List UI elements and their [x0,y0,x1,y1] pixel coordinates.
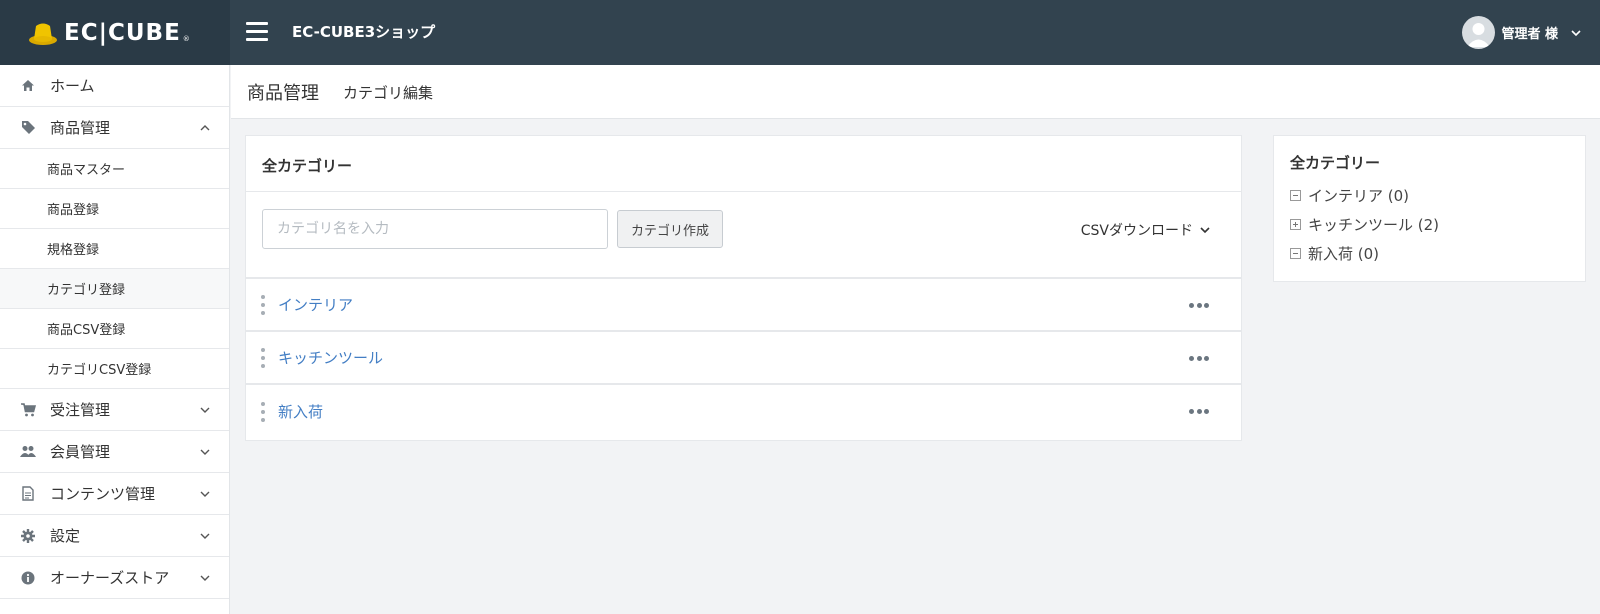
sidebar-item-label: 会員管理 [50,443,111,461]
chevron-down-icon [200,449,210,455]
sidebar-sub-product-master[interactable]: 商品マスター [0,149,229,189]
tree-node-label: キッチンツール (2) [1308,216,1440,234]
sidebar: ホーム 商品管理 商品マスター 商品登録 規格登録 カテゴリ登録 商品CSV登録… [0,65,230,614]
category-row: 新入荷 [246,385,1241,438]
more-actions-icon[interactable] [1189,409,1209,415]
sidebar-item-label: オーナーズストア [50,569,170,587]
info-icon [20,570,36,586]
drag-handle-icon[interactable] [261,347,265,368]
sidebar-sub-product-register[interactable]: 商品登録 [0,189,229,229]
sidebar-item-label: コンテンツ管理 [50,485,156,503]
chevron-up-icon [200,125,210,131]
tree-node-label: 新入荷 (0) [1308,245,1380,263]
tree-node[interactable]: キッチンツール (2) [1290,210,1569,239]
sidebar-item-owners-store[interactable]: オーナーズストア [0,557,229,599]
card-heading: 全カテゴリー [246,136,1241,192]
sidebar-item-members[interactable]: 会員管理 [0,431,229,473]
tree-title: 全カテゴリー [1290,154,1381,172]
logo-text: EC|CUBE [64,19,181,46]
sidebar-item-label: ホーム [50,77,95,95]
sidebar-item-home[interactable]: ホーム [0,65,229,107]
sidebar-item-settings[interactable]: 設定 [0,515,229,557]
sidebar-item-label: 設定 [50,527,81,545]
category-link[interactable]: インテリア [278,294,353,315]
sidebar-sub-category-register[interactable]: カテゴリ登録 [0,269,229,309]
cart-icon [20,402,36,418]
logo-registered-mark: ® [182,35,190,43]
collapse-toggle-icon[interactable] [1290,248,1301,259]
category-card: 全カテゴリー カテゴリ作成 CSVダウンロード インテリア キッチンツール 新入… [245,135,1242,441]
create-category-button[interactable]: カテゴリ作成 [617,210,723,248]
csv-download-dropdown[interactable]: CSVダウンロード [1081,220,1211,240]
chevron-down-icon [200,533,210,539]
chevron-down-icon [1571,29,1581,36]
home-icon [20,78,36,94]
gear-icon [20,528,36,544]
sidebar-item-contents[interactable]: コンテンツ管理 [0,473,229,515]
chevron-down-icon [200,407,210,413]
user-menu[interactable]: 管理者 様 [1462,16,1582,49]
more-actions-icon[interactable] [1189,356,1209,362]
sidebar-item-label: 受注管理 [50,401,111,419]
category-name-input[interactable] [262,209,608,249]
hat-logo-icon [28,20,58,46]
tree-node[interactable]: 新入荷 (0) [1290,239,1569,268]
sidebar-item-orders[interactable]: 受注管理 [0,389,229,431]
category-toolbar: カテゴリ作成 CSVダウンロード [246,192,1241,279]
csv-download-label: CSVダウンロード [1080,223,1193,239]
page-title-bar: 商品管理 カテゴリ編集 [231,65,1600,119]
page-subtitle: カテゴリ編集 [343,84,434,102]
menu-toggle-icon[interactable] [246,22,268,42]
tag-icon [20,120,36,136]
drag-handle-icon[interactable] [261,294,265,315]
sidebar-sub-product-csv[interactable]: 商品CSV登録 [0,309,229,349]
tree-node[interactable]: インテリア (0) [1290,181,1569,210]
file-icon [20,486,36,502]
drag-handle-icon[interactable] [261,401,265,422]
chevron-down-icon [1200,227,1210,234]
user-name: 管理者 様 [1501,27,1558,42]
chevron-down-icon [200,491,210,497]
sidebar-item-label: 商品管理 [50,119,111,137]
page-title: 商品管理 [247,83,319,104]
expand-toggle-icon[interactable] [1290,219,1301,230]
top-header: EC|CUBE ® EC-CUBE3ショップ 管理者 様 [0,0,1600,65]
users-icon [20,444,36,460]
category-link[interactable]: 新入荷 [278,401,323,422]
tree-node-label: インテリア (0) [1308,187,1410,205]
collapse-toggle-icon[interactable] [1290,190,1301,201]
avatar [1462,16,1496,49]
sidebar-item-products[interactable]: 商品管理 [0,107,229,149]
category-row: キッチンツール [246,332,1241,385]
logo[interactable]: EC|CUBE ® [0,0,230,65]
shop-name[interactable]: EC-CUBE3ショップ [292,21,435,42]
category-link[interactable]: キッチンツール [278,347,383,368]
category-row: インテリア [246,279,1241,332]
chevron-down-icon [200,575,210,581]
category-tree-panel: 全カテゴリー インテリア (0) キッチンツール (2) 新入荷 (0) [1273,135,1586,282]
more-actions-icon[interactable] [1189,303,1209,309]
sidebar-sub-category-csv[interactable]: カテゴリCSV登録 [0,349,229,389]
sidebar-sub-spec-register[interactable]: 規格登録 [0,229,229,269]
